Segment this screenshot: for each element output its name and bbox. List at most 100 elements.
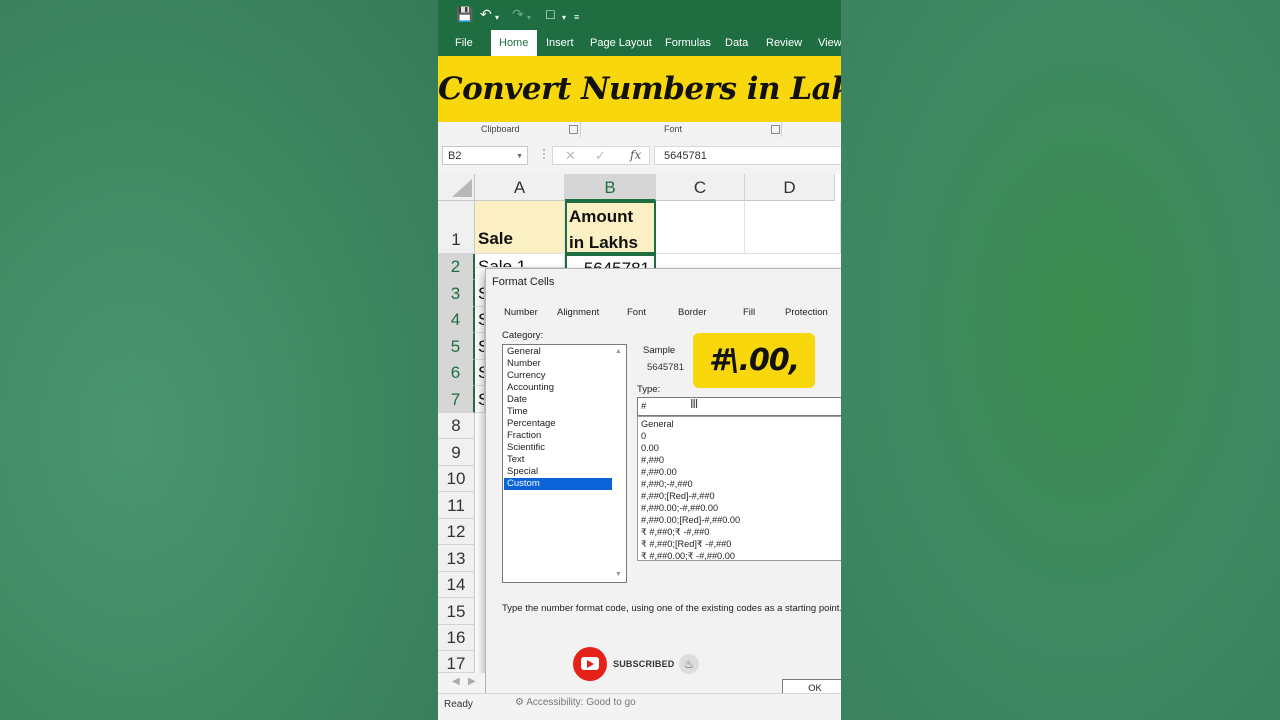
row-header-3[interactable]: 3 xyxy=(438,280,475,307)
format-item[interactable]: #,##0;[Red]-#,##0 xyxy=(641,490,715,502)
scroll-down-icon[interactable]: ▼ xyxy=(615,571,622,578)
insert-function-icon[interactable]: fx xyxy=(630,148,641,162)
column-header-d[interactable]: D xyxy=(745,174,835,201)
clipboard-launcher-icon[interactable] xyxy=(569,125,578,134)
row-header-11[interactable]: 11 xyxy=(438,492,475,519)
format-item[interactable]: #,##0.00 xyxy=(641,466,677,478)
row-header-4[interactable]: 4 xyxy=(438,307,475,333)
format-code-list[interactable]: General 0 0.00 #,##0 #,##0.00 #,##0;-#,#… xyxy=(637,416,841,561)
enter-icon[interactable]: ✓ xyxy=(595,148,606,164)
tab-insert[interactable]: Insert xyxy=(538,30,582,56)
tab-font[interactable]: Font xyxy=(627,307,646,318)
name-box[interactable]: B2 ▼ xyxy=(442,146,528,165)
row-header-12[interactable]: 12 xyxy=(438,519,475,545)
chevron-down-icon[interactable]: ▾ xyxy=(495,10,499,26)
cell-c1[interactable] xyxy=(656,201,745,254)
title-banner: Convert Numbers in Lakhs xyxy=(438,56,841,122)
sheet-next-icon[interactable]: ▶ xyxy=(468,676,476,687)
category-item[interactable]: Accounting xyxy=(504,382,612,394)
category-item[interactable]: Special xyxy=(504,466,612,478)
category-item[interactable]: Time xyxy=(504,406,612,418)
present-icon[interactable]: □ xyxy=(546,6,554,22)
category-item[interactable]: Number xyxy=(504,358,612,370)
format-item[interactable]: #,##0;-#,##0 xyxy=(641,478,693,490)
row-header-2[interactable]: 2 xyxy=(438,254,475,280)
type-input[interactable]: # xyxy=(637,397,841,416)
sheet-prev-icon[interactable]: ◀ xyxy=(452,676,460,687)
cell-a1[interactable]: Sale xyxy=(475,201,565,254)
row-header-14[interactable]: 14 xyxy=(438,572,475,598)
category-item[interactable]: Scientific xyxy=(504,442,612,454)
row-header-8[interactable]: 8 xyxy=(438,413,475,439)
format-item[interactable]: #,##0.00;-#,##0.00 xyxy=(641,502,718,514)
row-header-17[interactable]: 17 xyxy=(438,651,475,673)
row-header-6[interactable]: 6 xyxy=(438,360,475,386)
cell-a7[interactable]: S xyxy=(475,386,485,413)
row-header-15[interactable]: 15 xyxy=(438,598,475,625)
format-item[interactable]: 0.00 xyxy=(641,442,659,454)
category-item-selected[interactable]: Custom xyxy=(504,478,612,490)
category-list[interactable]: General Number Currency Accounting Date … xyxy=(502,344,627,583)
tab-fill[interactable]: Fill xyxy=(743,307,755,318)
formula-input[interactable]: 5645781 xyxy=(654,146,841,165)
chevron-down-icon[interactable]: ▾ xyxy=(527,10,531,26)
tab-page-layout[interactable]: Page Layout xyxy=(582,30,660,56)
save-icon[interactable]: 💾 xyxy=(456,6,473,22)
bell-icon[interactable]: ♨ xyxy=(679,654,699,674)
scroll-up-icon[interactable]: ▲ xyxy=(615,348,622,355)
font-launcher-icon[interactable] xyxy=(771,125,780,134)
row-header-9[interactable]: 9 xyxy=(438,439,475,466)
undo-icon[interactable]: ↶ xyxy=(480,6,492,22)
format-item[interactable]: ₹ #,##0;[Red]₹ -#,##0 xyxy=(641,538,731,550)
format-item[interactable]: 0 xyxy=(641,430,646,442)
tab-file[interactable]: File xyxy=(447,30,481,56)
cell-a3[interactable]: S xyxy=(475,280,485,307)
tab-home[interactable]: Home xyxy=(491,30,537,56)
row-header-13[interactable]: 13 xyxy=(438,545,475,572)
cancel-icon[interactable]: ✕ xyxy=(565,148,576,164)
tab-data[interactable]: Data xyxy=(717,30,756,56)
column-header-b[interactable]: B xyxy=(565,174,656,201)
accessibility-status[interactable]: ⚙ Accessibility: Good to go xyxy=(515,697,636,708)
tab-protection[interactable]: Protection xyxy=(785,307,828,318)
tab-alignment[interactable]: Alignment xyxy=(557,307,599,318)
format-item[interactable]: #,##0 xyxy=(641,454,664,466)
tab-view[interactable]: View xyxy=(810,30,841,56)
tab-review[interactable]: Review xyxy=(758,30,810,56)
category-item[interactable]: Fraction xyxy=(504,430,612,442)
row-header-7[interactable]: 7 xyxy=(438,386,475,413)
tab-number[interactable]: Number xyxy=(504,307,538,318)
row-header-10[interactable]: 10 xyxy=(438,466,475,492)
format-item[interactable]: ₹ #,##0.00;₹ -#,##0.00 xyxy=(641,550,735,562)
redo-icon[interactable]: ↷ xyxy=(512,6,524,22)
column-header-a[interactable]: A xyxy=(475,174,565,201)
cell-b1[interactable]: Amount in Lakhs xyxy=(565,201,656,254)
category-item[interactable]: Percentage xyxy=(504,418,612,430)
cell-b2[interactable]: 5645781 xyxy=(565,254,656,268)
category-item[interactable]: Date xyxy=(504,394,612,406)
row-header-5[interactable]: 5 xyxy=(438,333,475,360)
select-all-corner[interactable] xyxy=(438,174,475,201)
category-item[interactable]: Currency xyxy=(504,370,612,382)
title-bar: 💾 ↶ ▾ ↷ ▾ □ ▾ ≡ xyxy=(438,0,841,30)
column-header-c[interactable]: C xyxy=(656,174,745,201)
row-header-1[interactable]: 1 xyxy=(438,201,475,254)
more-icon: ⋮ xyxy=(538,147,550,161)
youtube-subscribe-button[interactable] xyxy=(573,647,607,681)
cell-a4[interactable]: S xyxy=(475,307,485,333)
category-item[interactable]: Text xyxy=(504,454,612,466)
customize-icon[interactable]: ≡ xyxy=(574,9,579,25)
category-item[interactable]: General xyxy=(504,346,612,358)
format-item[interactable]: ₹ #,##0;₹ -#,##0 xyxy=(641,526,709,538)
cell-a6[interactable]: S xyxy=(475,360,485,386)
chevron-down-icon[interactable]: ▼ xyxy=(516,147,523,166)
cell-d1[interactable] xyxy=(745,201,841,254)
chevron-down-icon[interactable]: ▾ xyxy=(562,10,566,26)
row-header-16[interactable]: 16 xyxy=(438,625,475,651)
tab-border[interactable]: Border xyxy=(678,307,707,318)
format-item[interactable]: #,##0.00;[Red]-#,##0.00 xyxy=(641,514,740,526)
cell-a5[interactable]: S xyxy=(475,333,485,360)
format-item[interactable]: General xyxy=(641,418,674,430)
tab-formulas[interactable]: Formulas xyxy=(657,30,719,56)
cell-a2[interactable]: Sale 1 xyxy=(475,254,565,268)
